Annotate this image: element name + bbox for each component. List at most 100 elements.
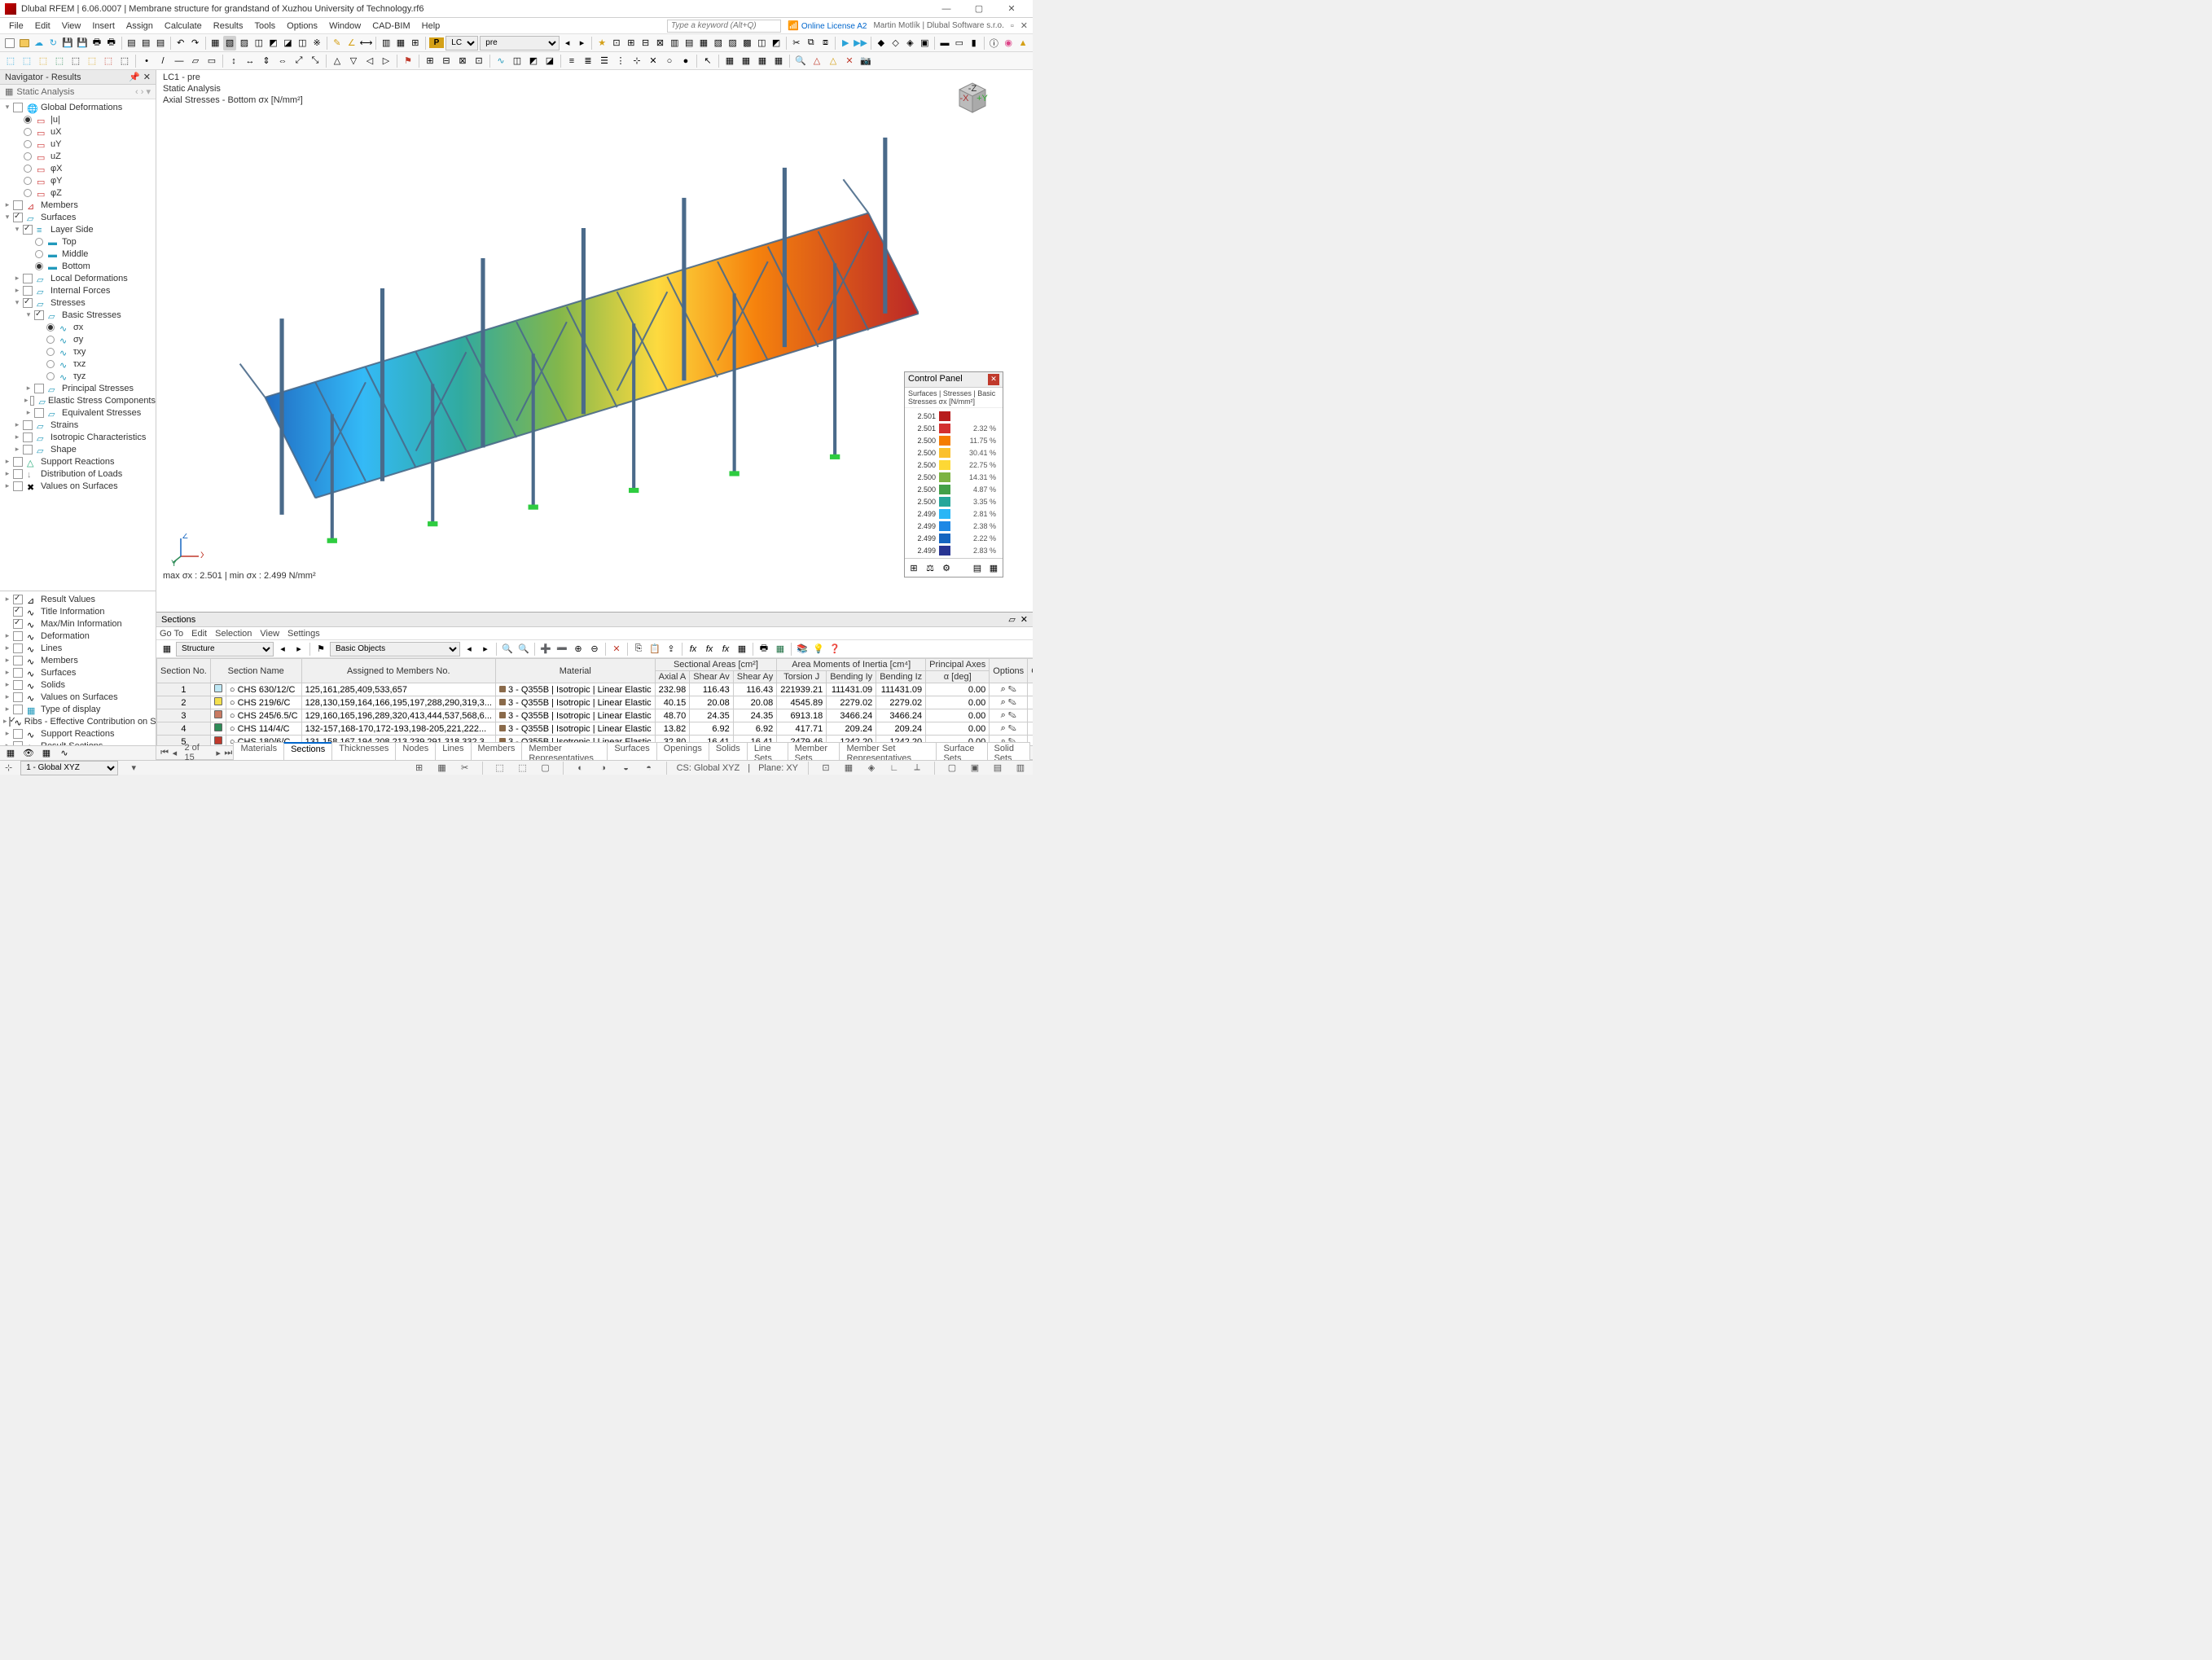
export-icon[interactable]: ⇪ [664, 642, 678, 657]
results-filter-icon[interactable]: ★ [595, 36, 608, 51]
sb10-icon[interactable]: ◓ [642, 761, 656, 775]
arr2-icon[interactable]: ↔ [243, 54, 257, 68]
menu-window[interactable]: Window [323, 20, 366, 33]
menu-assign[interactable]: Assign [121, 20, 159, 33]
arr3-icon[interactable]: ⇕ [259, 54, 274, 68]
sb-grid-icon[interactable]: ▦ [841, 761, 856, 775]
fn-icon[interactable]: fx [686, 642, 700, 657]
sb5-icon[interactable]: ⬚ [516, 761, 530, 775]
arr4-icon[interactable]: ⇔ [275, 54, 290, 68]
menu-help[interactable]: Help [416, 20, 446, 33]
cp-opt5-icon[interactable]: ▦ [986, 560, 1001, 575]
sup2-icon[interactable]: ▽ [346, 54, 361, 68]
sb-ortho-icon[interactable]: ∟ [887, 761, 902, 775]
row-dup-icon[interactable]: ⊖ [587, 642, 602, 657]
help-icon[interactable]: ❓ [827, 642, 842, 657]
cp-opt3-icon[interactable]: ⚙ [939, 560, 954, 575]
sel6-icon[interactable]: ⬚ [85, 54, 99, 68]
nav-foot3-icon[interactable]: ▦ [39, 746, 54, 761]
menu-options[interactable]: Options [281, 20, 323, 33]
m2-icon[interactable]: ≣ [581, 54, 595, 68]
lc-combo[interactable]: LC1 [445, 36, 478, 51]
lib2-icon[interactable]: 📚 [795, 642, 810, 657]
structure-icon[interactable]: ▦ [160, 642, 174, 657]
cube3-icon[interactable]: ◪ [542, 54, 557, 68]
sb-v4-icon[interactable]: ▥ [1013, 761, 1028, 775]
navigator-mode[interactable]: ▦Static Analysis ‹ › ▾ [0, 85, 156, 99]
res4-icon[interactable]: ⊠ [654, 36, 667, 51]
addon1-icon[interactable]: ◆ [875, 36, 888, 51]
navigator-pin-icon[interactable]: 📌 [129, 72, 140, 82]
lc-prev-icon[interactable]: ◂ [561, 36, 574, 51]
sections-menu-goto[interactable]: Go To [160, 629, 183, 639]
addon4-icon[interactable]: ▣ [918, 36, 931, 51]
sb6-icon[interactable]: ▢ [538, 761, 553, 775]
calc-all-icon[interactable]: ▶▶ [854, 36, 867, 51]
keyword-search-input[interactable] [667, 20, 781, 33]
sb9-icon[interactable]: ◒ [619, 761, 634, 775]
sel3-icon[interactable]: ⬚ [36, 54, 50, 68]
res3-icon[interactable]: ⊟ [639, 36, 652, 51]
view-cube-icon[interactable]: -Z +Y -X [953, 77, 992, 116]
saveas-icon[interactable]: 💾 [76, 36, 89, 51]
res5-icon[interactable]: ▥ [668, 36, 681, 51]
row-ins-icon[interactable]: ⊕ [571, 642, 586, 657]
sb-gl-icon[interactable]: ⟂ [910, 761, 924, 775]
sb7-icon[interactable]: ◐ [573, 761, 588, 775]
measure-icon[interactable]: ✎ [331, 36, 344, 51]
sel2-icon[interactable]: ⬚ [20, 54, 34, 68]
status-cs-combo[interactable]: 1 - Global XYZ [20, 761, 118, 775]
lc-next-icon[interactable]: ▸ [576, 36, 589, 51]
sel1-icon[interactable]: ⬚ [3, 54, 18, 68]
redo-icon[interactable]: ↷ [189, 36, 202, 51]
sections-menu-edit[interactable]: Edit [191, 629, 207, 639]
table-icon[interactable]: ▦ [735, 642, 749, 657]
surf-icon[interactable]: ▱ [188, 54, 203, 68]
save-icon[interactable]: 💾 [61, 36, 74, 51]
res2-icon[interactable]: ⊞ [625, 36, 638, 51]
persp-icon[interactable]: ◫ [252, 36, 266, 51]
sb3-icon[interactable]: ✂ [458, 761, 472, 775]
doc-close-icon[interactable]: ✕ [1020, 20, 1028, 31]
sb1-icon[interactable]: ⊞ [412, 761, 427, 775]
nav-foot4-icon[interactable]: ∿ [57, 746, 72, 761]
menu-edit[interactable]: Edit [29, 20, 56, 33]
table-row[interactable]: 1 ○ CHS 630/12/C 125,161,285,409,533,657… [157, 683, 1034, 696]
table-row[interactable]: 4 ○ CHS 114/4/C 132-157,168-170,172-193,… [157, 722, 1034, 736]
p-badge[interactable]: P [429, 37, 445, 48]
nav-foot1-icon[interactable]: ▦ [3, 746, 18, 761]
solid-icon[interactable]: ▧ [223, 36, 236, 51]
copy-icon[interactable]: ⎘ [631, 642, 646, 657]
warn-icon[interactable]: △ [810, 54, 824, 68]
bulb-icon[interactable]: 💡 [811, 642, 826, 657]
sb8-icon[interactable]: ◑ [596, 761, 611, 775]
sb-snap-icon[interactable]: ⊡ [819, 761, 833, 775]
del-icon[interactable]: ✕ [842, 54, 857, 68]
sb2-icon[interactable]: ▦ [435, 761, 450, 775]
sections-menu-selection[interactable]: Selection [215, 629, 252, 639]
m8-icon[interactable]: ● [678, 54, 693, 68]
menu-file[interactable]: File [3, 20, 29, 33]
arr1-icon[interactable]: ↕ [226, 54, 241, 68]
navigator-tree[interactable]: ▾🌐Global Deformations ▭|u| ▭uX ▭uY ▭uZ ▭… [0, 99, 156, 591]
nav-foot2-icon[interactable]: 👁 [21, 746, 36, 761]
member-icon[interactable]: — [172, 54, 187, 68]
menu-results[interactable]: Results [208, 20, 249, 33]
res8-icon[interactable]: ▧ [712, 36, 725, 51]
iso-icon[interactable]: ◩ [267, 36, 280, 51]
sec-next-icon[interactable]: ▸ [292, 642, 306, 657]
clip-icon[interactable]: ✂ [790, 36, 803, 51]
row-add-icon[interactable]: ➕ [538, 642, 553, 657]
wireframe-icon[interactable]: ▦ [208, 36, 222, 51]
basic-objects-combo[interactable]: Basic Objects [330, 642, 460, 657]
maximize-button[interactable]: ▢ [963, 0, 995, 18]
sections-menu-view[interactable]: View [260, 629, 279, 639]
control-panel-close-icon[interactable]: ✕ [988, 374, 999, 385]
sb-v1-icon[interactable]: ▢ [945, 761, 959, 775]
print-icon[interactable]: 🖶 [90, 36, 103, 51]
navigator-close-icon[interactable]: ✕ [143, 72, 151, 82]
sel7-icon[interactable]: ⬚ [101, 54, 116, 68]
tbl1-icon[interactable]: ▦ [722, 54, 737, 68]
calc-icon[interactable]: ▶ [839, 36, 852, 51]
find2-icon[interactable]: 🔍 [516, 642, 531, 657]
